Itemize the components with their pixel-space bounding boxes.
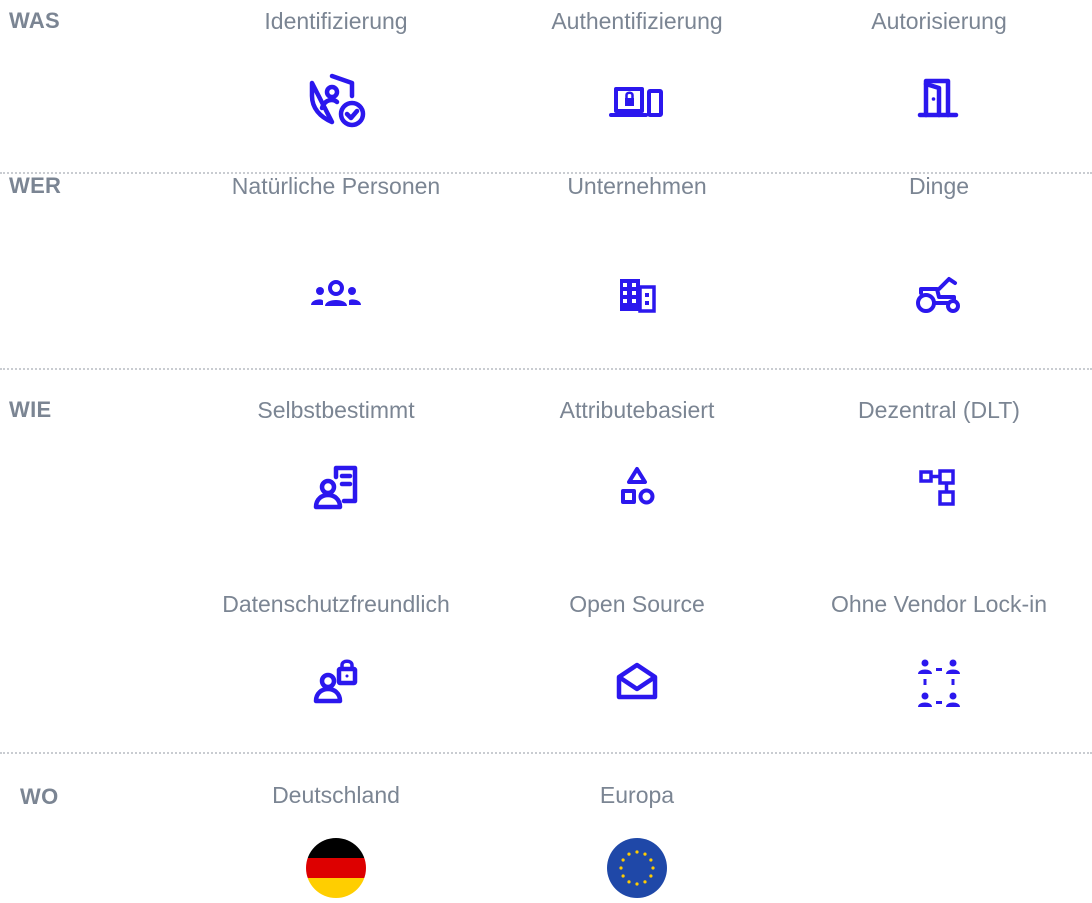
item-label-open-source: Open Source [569, 591, 705, 617]
section-divider [0, 368, 1092, 370]
item-label-datenschutzfreundlich: Datenschutzfreundlich [222, 591, 450, 617]
item-label-deutschland: Deutschland [272, 782, 400, 808]
section-label-wie: WIE [9, 397, 52, 422]
item-label-natuerliche-personen: Natürliche Personen [231, 173, 441, 199]
item-label-dezentral: Dezentral (DLT) [858, 397, 1020, 423]
germany-flag-icon [306, 838, 366, 898]
item-label-selbstbestimmt: Selbstbestimmt [257, 397, 415, 423]
shapes-icon [607, 459, 667, 519]
open-envelope-icon [607, 653, 667, 713]
item-label-dinge: Dinge [908, 173, 970, 199]
section-divider [0, 752, 1092, 754]
eu-flag-icon [607, 838, 667, 898]
devices-lock-icon [607, 70, 667, 130]
door-icon [909, 70, 969, 130]
item-label-authentifizierung: Authentifizierung [551, 8, 723, 34]
item-label-europa: Europa [599, 782, 675, 808]
people-swap-icon [909, 653, 969, 713]
section-label-wo: WO [20, 784, 59, 809]
building-icon [607, 265, 667, 325]
network-nodes-icon [909, 459, 969, 519]
item-label-autorisierung: Autorisierung [871, 8, 1007, 34]
shield-user-check-icon [306, 70, 366, 130]
section-label-was: WAS [9, 8, 61, 33]
tractor-icon [909, 265, 969, 325]
people-group-icon [306, 265, 366, 325]
item-label-identifizierung: Identifizierung [264, 8, 408, 34]
item-label-attributebasiert: Attributebasiert [559, 397, 715, 423]
person-device-icon [306, 459, 366, 519]
item-label-ohne-vendor-lock-in: Ohne Vendor Lock-in [830, 591, 1048, 617]
section-label-wer: WER [9, 173, 62, 198]
person-lock-icon [306, 653, 366, 713]
item-label-unternehmen: Unternehmen [567, 173, 707, 199]
